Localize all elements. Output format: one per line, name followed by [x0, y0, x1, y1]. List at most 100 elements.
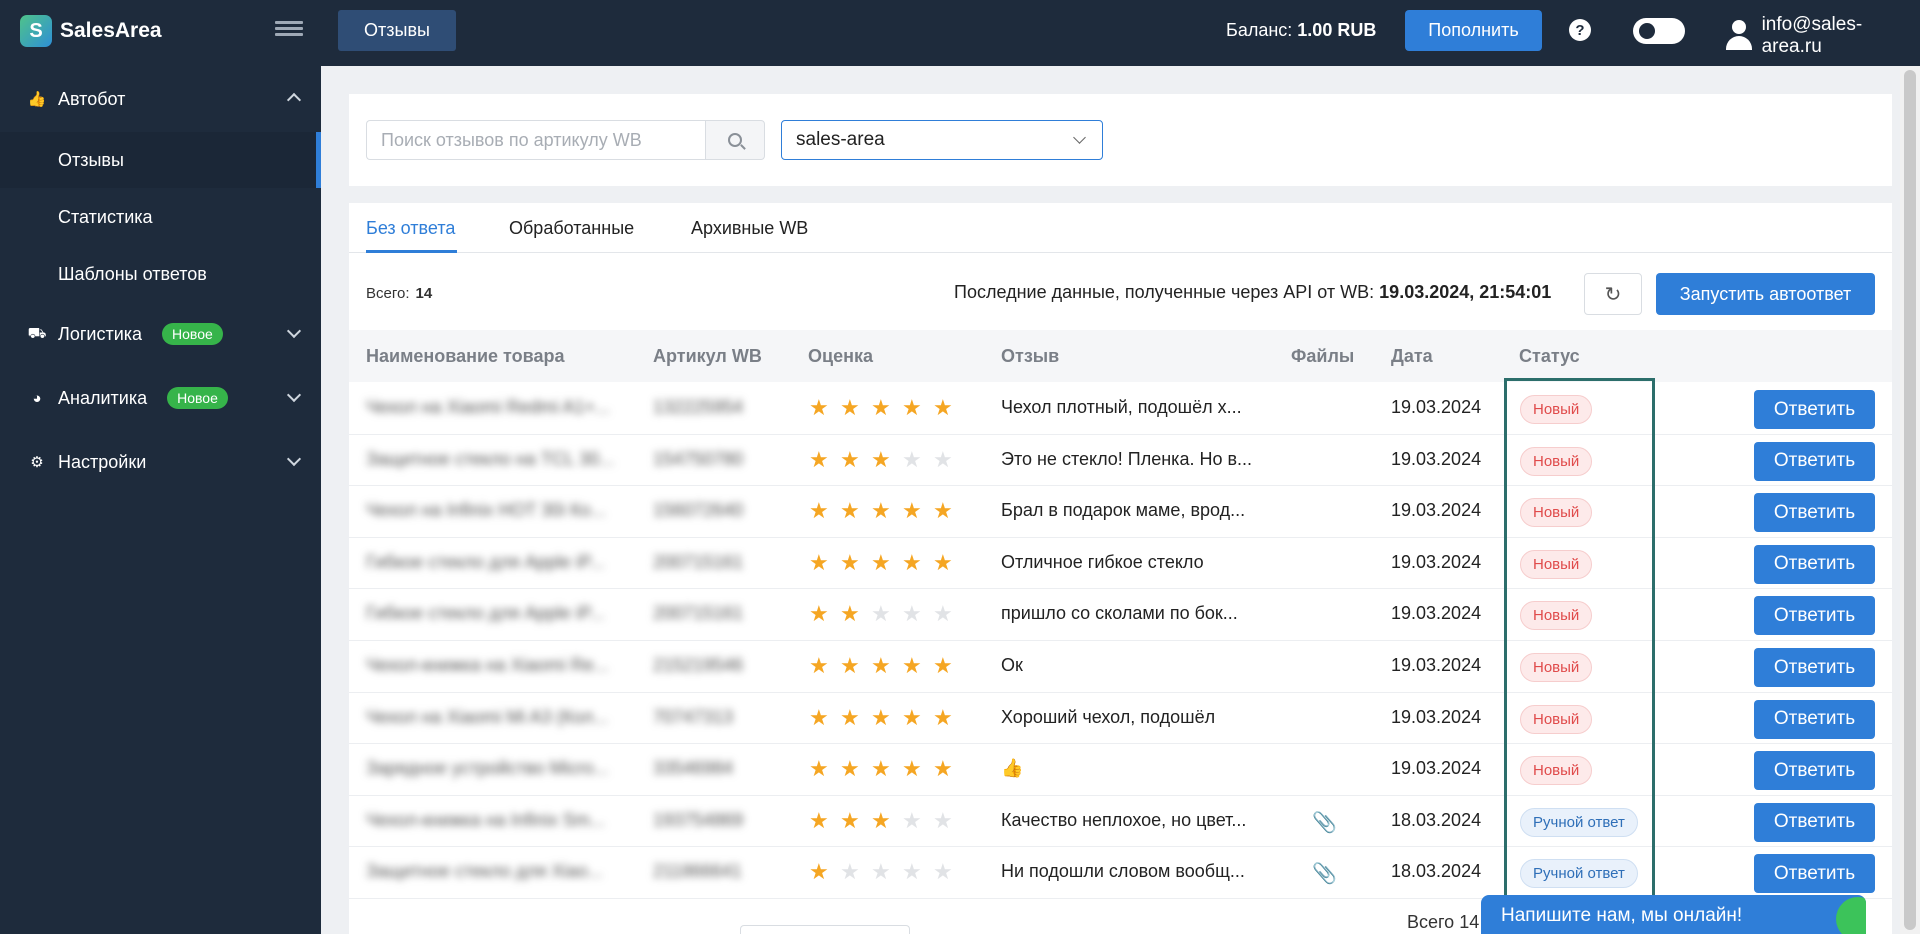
star-icon: ★ [809, 498, 829, 524]
review-text[interactable]: Брал в подарок маме, врод... [1001, 500, 1271, 521]
tab-archived[interactable]: Архивные WB [691, 218, 808, 239]
paperclip-icon[interactable]: 📎 [1312, 810, 1337, 835]
rating-stars: ★ ★ ★ ★ ★ [809, 396, 964, 420]
status-badge: Ручной ответ [1520, 807, 1638, 837]
scrollbar-thumb[interactable] [1904, 70, 1916, 930]
reply-button[interactable]: Ответить [1754, 493, 1875, 533]
sidebar-item-statistics[interactable]: Статистика [0, 189, 321, 245]
sidebar-group-autobot[interactable]: 👍 Автобот [0, 73, 321, 125]
table-row: Чехол на Infinix HOT 30i Ко... 156072640… [349, 486, 1892, 538]
search-input[interactable] [366, 120, 705, 160]
chevron-down-icon [286, 323, 302, 339]
star-icon: ★ [809, 601, 829, 627]
balance-value: 1.00 RUB [1297, 20, 1377, 40]
status-badge: Ручной ответ [1520, 859, 1638, 889]
reply-button[interactable]: Ответить [1754, 596, 1875, 636]
rating-stars: ★ ★ ★ ★ ★ [809, 860, 964, 884]
app-logo[interactable]: S SalesArea [20, 14, 162, 48]
review-text[interactable]: Ок [1001, 655, 1271, 676]
tab-processed[interactable]: Обработанные [509, 218, 634, 239]
status-badge: Новый [1520, 395, 1593, 424]
star-icon: ★ [840, 549, 860, 575]
star-icon: ★ [933, 446, 953, 472]
total-count: Всего: 14 [366, 285, 432, 302]
sidebar-group-label: Автобот [58, 88, 126, 109]
star-icon: ★ [809, 704, 829, 730]
chevron-down-icon [286, 451, 302, 467]
topup-button[interactable]: Пополнить [1405, 10, 1542, 51]
article-number: 211866641 [653, 861, 742, 882]
chat-widget[interactable]: Напишите нам, мы онлайн! [1481, 895, 1866, 934]
sidebar-item-templates[interactable]: Шаблоны ответов [0, 246, 321, 302]
sun-icon [1639, 23, 1655, 39]
star-icon: ★ [902, 859, 922, 885]
reply-button[interactable]: Ответить [1754, 802, 1875, 842]
reply-button[interactable]: Ответить [1754, 751, 1875, 791]
table-row: Гибкое стекло для Apple iP... 200715161 … [349, 538, 1892, 590]
star-icon: ★ [933, 601, 953, 627]
sidebar-collapse-icon[interactable] [275, 18, 303, 42]
total-label: Всего: [366, 285, 410, 302]
refresh-button[interactable]: ↻ [1584, 273, 1642, 315]
review-text[interactable]: Ни подошли словом вообщ... [1001, 861, 1271, 882]
review-text[interactable]: Чехол плотный, подошёл х... [1001, 397, 1271, 418]
page-size-select[interactable] [740, 925, 910, 934]
review-text[interactable]: Отличное гибкое стекло [1001, 552, 1271, 573]
article-number: 33546984 [653, 758, 734, 779]
review-date: 19.03.2024 [1391, 603, 1482, 624]
start-autoreply-button[interactable]: Запустить автоответ [1656, 273, 1875, 315]
star-icon: ★ [840, 704, 860, 730]
theme-toggle[interactable] [1633, 18, 1685, 44]
article-number: 132225954 [653, 397, 744, 417]
sidebar-group-logistics[interactable]: ⛟ Логистика Новое [0, 308, 321, 360]
review-text[interactable]: Хороший чехол, подошёл [1001, 707, 1271, 728]
reply-button[interactable]: Ответить [1754, 441, 1875, 481]
truck-icon: ⛟ [27, 324, 47, 342]
star-icon: ★ [840, 756, 860, 782]
star-icon: ★ [840, 859, 860, 885]
active-tab-indicator [366, 250, 457, 253]
reply-button[interactable]: Ответить [1754, 544, 1875, 584]
sidebar-group-analytics[interactable]: ◕ Аналитика Новое [0, 372, 321, 424]
review-date: 19.03.2024 [1391, 758, 1482, 779]
status-badge: Новый [1520, 601, 1593, 631]
help-icon[interactable]: ? [1569, 19, 1591, 41]
table-row: Защитное стекло на TCL 30... 154750780 ★… [349, 435, 1892, 487]
chat-label: Напишите нам, мы онлайн! [1501, 905, 1743, 926]
user-menu[interactable]: info@sales-area.ru [1724, 14, 1920, 58]
star-icon: ★ [933, 395, 953, 420]
tab-unanswered[interactable]: Без ответа [366, 218, 455, 239]
review-text[interactable]: пришло со сколами по бок... [1001, 603, 1271, 624]
star-icon: ★ [809, 549, 829, 575]
star-icon: ★ [840, 446, 860, 472]
header-tab-reviews[interactable]: Отзывы [338, 10, 456, 51]
shop-select[interactable]: sales-area [781, 120, 1103, 160]
reply-button[interactable]: Ответить [1754, 648, 1875, 687]
star-icon: ★ [902, 395, 922, 420]
reply-button[interactable]: Ответить [1754, 390, 1875, 429]
col-review: Отзыв [1001, 346, 1060, 366]
review-text[interactable]: Это не стекло! Пленка. Но в... [1001, 449, 1271, 470]
sidebar-item-reviews[interactable]: Отзывы [0, 132, 321, 188]
review-text[interactable]: Качество неплохое, но цвет... [1001, 810, 1271, 831]
rating-stars: ★ ★ ★ ★ ★ [809, 446, 964, 472]
product-name: Чехол-книжка на Infinix Sm... [366, 809, 605, 830]
reply-button[interactable]: Ответить [1754, 699, 1875, 739]
last-data-info: Последние данные, полученные через API о… [954, 282, 1551, 303]
product-name: Чехол-книжка на Xiaomi Re... [366, 655, 609, 675]
star-icon: ★ [809, 756, 829, 782]
reply-button[interactable]: Ответить [1754, 854, 1875, 894]
review-text[interactable]: 👍 [1001, 758, 1271, 779]
chevron-down-icon [1073, 131, 1086, 144]
star-icon: ★ [809, 653, 829, 678]
total-value: 14 [415, 285, 433, 302]
star-icon: ★ [809, 395, 829, 420]
paperclip-icon[interactable]: 📎 [1312, 861, 1337, 886]
page-scrollbar[interactable] [1900, 66, 1920, 934]
review-date: 19.03.2024 [1391, 655, 1482, 675]
sidebar-group-settings[interactable]: ⚙ Настройки [0, 436, 321, 488]
footer-total: Всего 14 [1407, 912, 1480, 932]
article-number: 154750780 [653, 448, 744, 469]
product-name: Чехол на Xiaomi Redmi A1+... [366, 397, 611, 417]
search-button[interactable] [705, 120, 765, 160]
